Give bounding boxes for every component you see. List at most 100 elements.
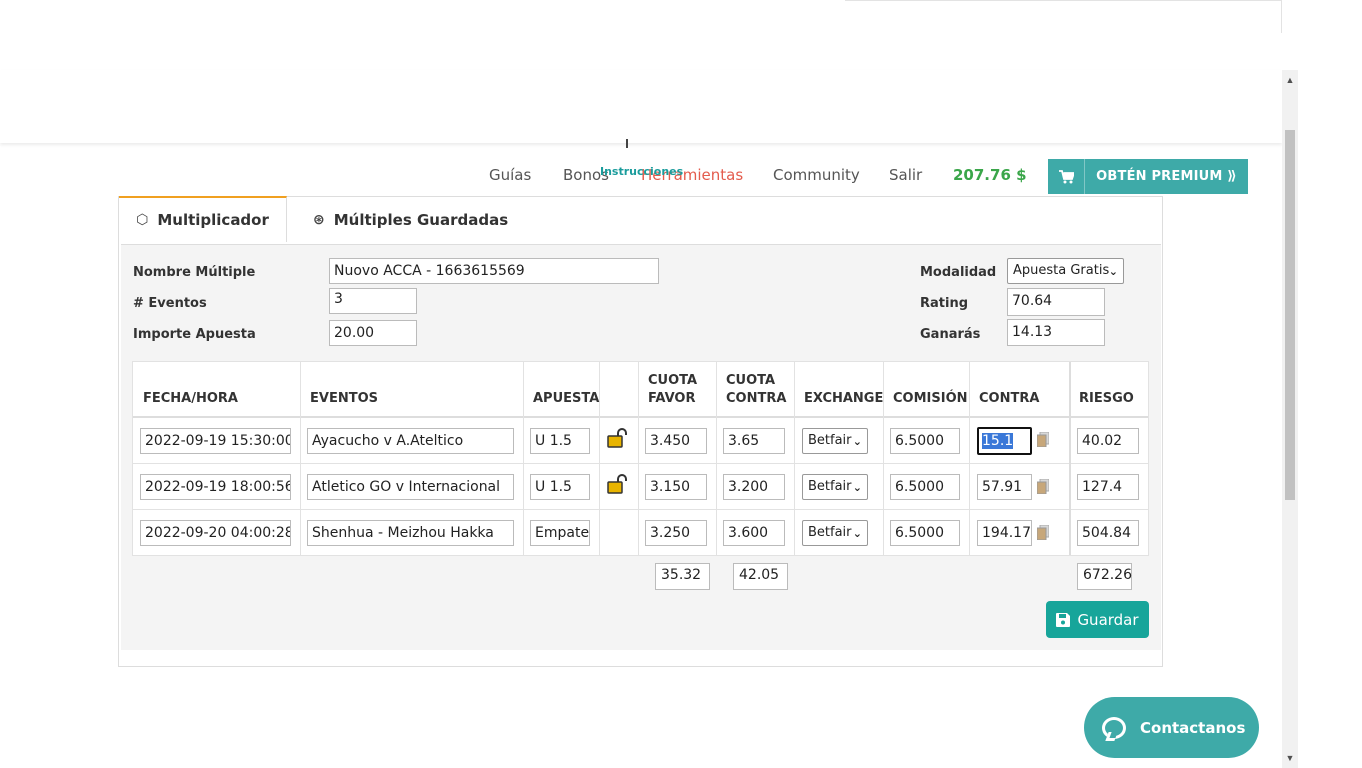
premium-label: OBTÉN PREMIUM ⟫	[1096, 169, 1237, 184]
fecha-input[interactable]: 2022-09-19 18:00:56	[140, 474, 291, 500]
contact-button[interactable]: Contactanos	[1084, 697, 1259, 758]
chevron-down-icon: ⌄	[852, 435, 862, 448]
comision-input[interactable]: 6.5000	[890, 474, 960, 500]
save-button[interactable]: Guardar	[1046, 601, 1149, 638]
save-label: Guardar	[1077, 610, 1139, 629]
rating-label: Rating	[920, 296, 969, 311]
favor-input[interactable]: 3.450	[645, 428, 707, 454]
floppy-icon	[1056, 612, 1071, 627]
contra-input[interactable]: 57.91	[977, 474, 1032, 500]
contact-label: Contactanos	[1140, 718, 1246, 737]
fecha-input[interactable]: 2022-09-19 15:30:00	[140, 428, 291, 454]
evento-input[interactable]: Shenhua - Meizhou Hakka	[307, 520, 514, 546]
contra-cuota-input[interactable]: 3.65	[723, 428, 785, 454]
th-cuota-favor-1: CUOTA	[648, 373, 698, 388]
th-cuota-contra-1: CUOTA	[726, 373, 776, 388]
total-favor: 35.32	[655, 563, 710, 590]
col-divider	[716, 362, 717, 555]
nav-salir[interactable]: Salir	[889, 166, 922, 184]
eventos-input[interactable]: 3	[329, 288, 417, 314]
scroll-down-icon[interactable]: ▼	[1282, 750, 1298, 766]
scroll-thumb[interactable]	[1285, 130, 1295, 500]
evento-input[interactable]: Atletico GO v Internacional	[307, 474, 514, 500]
exchange-select[interactable]: Betfair ⌄	[802, 428, 868, 454]
col-divider	[523, 362, 524, 555]
header-divider	[133, 416, 1148, 418]
th-eventos: EVENTOS	[310, 391, 378, 406]
nav-community[interactable]: Community	[773, 166, 860, 184]
ganaras-input[interactable]: 14.13	[1007, 319, 1105, 346]
tab-multiplicador[interactable]: ⬡ Multiplicador	[119, 196, 287, 242]
exchange-value: Betfair	[808, 479, 852, 494]
modalidad-label: Modalidad	[920, 265, 997, 280]
total-contra-cuota: 42.05	[733, 563, 788, 590]
nav-instrucciones[interactable]: Instrucciones	[600, 165, 683, 178]
apuesta-input[interactable]: Empate	[530, 520, 590, 546]
col-divider	[969, 362, 970, 555]
modalidad-value: Apuesta Gratis	[1013, 263, 1110, 278]
exchange-select[interactable]: Betfair ⌄	[802, 474, 868, 500]
contra-selected-text: 15.1	[982, 433, 1014, 449]
balance: 207.76 $	[953, 166, 1027, 184]
chevron-down-icon: ⌄	[852, 481, 862, 494]
copy-icon[interactable]	[1037, 479, 1049, 494]
importe-input[interactable]: 20.00	[329, 320, 417, 346]
unlock-icon[interactable]	[607, 474, 629, 494]
copy-icon[interactable]	[1037, 432, 1049, 447]
chevron-down-icon: ⌄	[852, 527, 862, 540]
exchange-select[interactable]: Betfair ⌄	[802, 520, 868, 546]
chevron-down-icon: ⌄	[1108, 265, 1118, 278]
eventos-label: # Eventos	[133, 296, 207, 311]
top-strip	[845, 0, 1282, 33]
col-divider	[794, 362, 795, 555]
nav-guias[interactable]: Guías	[489, 166, 531, 184]
copy-icon[interactable]	[1037, 525, 1049, 540]
riesgo-input[interactable]: 40.02	[1077, 428, 1139, 454]
th-contra: CONTRA	[979, 391, 1040, 406]
scrollbar[interactable]: ▲ ▼	[1282, 70, 1298, 768]
exchange-value: Betfair	[808, 433, 852, 448]
row-divider	[133, 509, 1148, 510]
tab-guardadas[interactable]: ⊛ Múltiples Guardadas	[313, 197, 508, 243]
nombre-input[interactable]: Nuovo ACCA - 1663615569	[329, 258, 659, 284]
th-cuota-contra-2: CONTRA	[726, 391, 787, 406]
riesgo-input[interactable]: 504.84	[1077, 520, 1139, 546]
favor-input[interactable]: 3.250	[645, 520, 707, 546]
importe-label: Importe Apuesta	[133, 327, 256, 342]
apuesta-input[interactable]: U 1.5	[530, 474, 590, 500]
th-exchange: EXCHANGE	[804, 391, 884, 406]
header-bar	[0, 70, 1282, 143]
row-divider	[133, 463, 1148, 464]
th-riesgo: RIESGO	[1079, 391, 1134, 406]
apuesta-input[interactable]: U 1.5	[530, 428, 590, 454]
unlock-icon[interactable]	[607, 428, 629, 448]
contra-input-focused[interactable]: 15.1	[977, 427, 1032, 455]
evento-input[interactable]: Ayacucho v A.Ateltico	[307, 428, 514, 454]
modalidad-select[interactable]: Apuesta Gratis ⌄	[1007, 258, 1124, 284]
th-fecha: FECHA/HORA	[143, 391, 238, 406]
rating-input[interactable]: 70.64	[1007, 288, 1105, 316]
tab-multiplicador-label: Multiplicador	[157, 211, 269, 229]
dribbble-icon: ⊛	[313, 212, 325, 228]
scroll-up-icon[interactable]: ▲	[1282, 72, 1298, 88]
favor-input[interactable]: 3.150	[645, 474, 707, 500]
contra-cuota-input[interactable]: 3.600	[723, 520, 785, 546]
riesgo-input[interactable]: 127.4	[1077, 474, 1139, 500]
contra-cuota-input[interactable]: 3.200	[723, 474, 785, 500]
fecha-input[interactable]: 2022-09-20 04:00:28	[140, 520, 291, 546]
col-divider	[638, 362, 639, 555]
th-apuesta: APUESTA	[533, 391, 600, 406]
th-cuota-favor-2: FAVOR	[648, 391, 696, 406]
tab-guardadas-label: Múltiples Guardadas	[333, 211, 509, 229]
ganaras-label: Ganarás	[920, 327, 981, 342]
chat-icon	[1102, 716, 1126, 739]
premium-button[interactable]: OBTÉN PREMIUM ⟫	[1048, 159, 1248, 194]
contra-input[interactable]: 194.17	[977, 520, 1032, 546]
nombre-label: Nombre Múltiple	[133, 265, 256, 280]
comision-input[interactable]: 6.5000	[890, 428, 960, 454]
comision-input[interactable]: 6.5000	[890, 520, 960, 546]
col-divider	[300, 362, 301, 555]
total-riesgo: 672.26	[1077, 563, 1132, 590]
exchange-value: Betfair	[808, 525, 852, 540]
cube-icon: ⬡	[136, 212, 149, 228]
